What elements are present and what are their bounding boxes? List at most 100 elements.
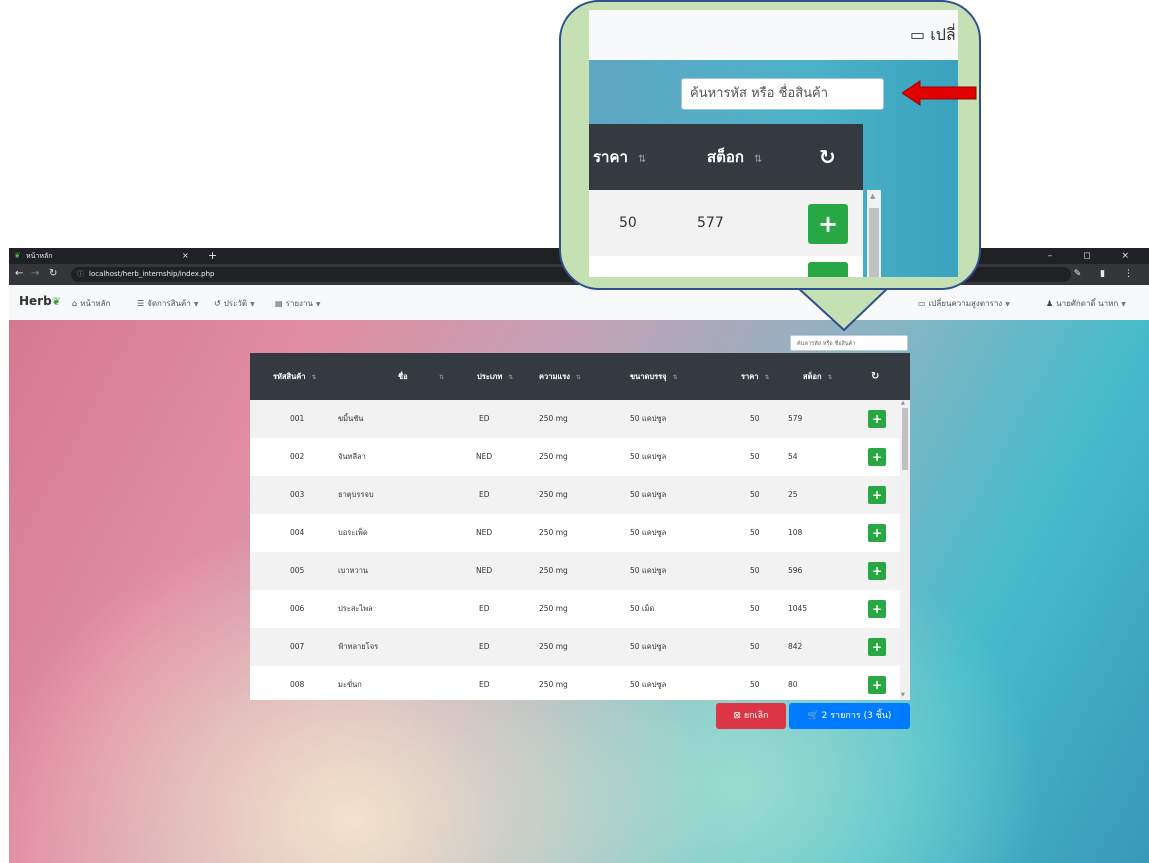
table-row: 003 ธาตุบรรจบ ED 250 mg 50 แคปซูล 50 25 … xyxy=(250,476,900,514)
nav-manage-products[interactable]: ☰ จัดการสินค้า ▼ xyxy=(137,297,199,310)
report-icon: ▤ xyxy=(275,299,283,308)
cell-price: 50 xyxy=(750,414,760,423)
tab-title: หน้าหลัก xyxy=(26,252,53,260)
zoom-header-price: ราคา ⇅ xyxy=(593,124,646,193)
cell-price: 50 xyxy=(750,566,760,575)
cart-button[interactable]: 🛒 2 รายการ (3 ชิ้น) xyxy=(789,703,910,729)
nav-report[interactable]: ▤ รายงาน ▼ xyxy=(275,297,321,310)
cancel-button[interactable]: ⊠ ยกเลิก xyxy=(716,703,786,729)
add-to-cart-button[interactable]: + xyxy=(868,676,886,694)
nav-home[interactable]: ⌂ หน้าหลัก xyxy=(72,297,110,310)
header-code-label: รหัสสินค้า xyxy=(273,372,306,381)
cell-strength: 250 mg xyxy=(539,566,568,575)
header-price[interactable]: ราคา ⇅ xyxy=(741,353,770,400)
refresh-icon[interactable]: ↻ xyxy=(871,353,879,400)
nav-home-label: หน้าหลัก xyxy=(80,299,111,308)
search-input[interactable]: ค้นหารหัส หรือ ชื่อสินค้า xyxy=(790,335,908,351)
cell-strength: 250 mg xyxy=(539,604,568,613)
zoom-search-input[interactable]: ค้นหารหัส หรือ ชื่อสินค้า xyxy=(681,78,884,110)
header-strength-label: ความแรง xyxy=(539,372,570,381)
caret-down-icon: ▼ xyxy=(1121,301,1126,308)
header-type[interactable]: ประเภท ⇅ xyxy=(477,353,513,400)
cell-name: จันทลีลา xyxy=(338,452,366,461)
brand[interactable]: Herb❦ xyxy=(19,294,61,308)
zoom-navbar: ▭ เปลี่ xyxy=(589,10,958,60)
cell-code: 005 xyxy=(290,566,305,575)
cell-stock: 108 xyxy=(788,528,803,537)
user-menu[interactable]: ♟ นายศักดาดิ์ นาหก ▼ xyxy=(1046,297,1126,310)
header-price-label: ราคา xyxy=(741,372,759,381)
header-stock[interactable]: สต็อก ⇅ xyxy=(803,353,833,400)
cell-stock: 596 xyxy=(788,566,803,575)
url-text: localhost/herb_internship/index.php xyxy=(89,270,215,278)
table-row: 001 ขมิ้นชัน ED 250 mg 50 แคปซูล 50 579 … xyxy=(250,400,900,438)
header-name-sort: ⇅ xyxy=(433,353,444,400)
caret-down-icon: ▼ xyxy=(250,301,255,308)
cell-name: มะขั่นก xyxy=(338,680,362,689)
cell-strength: 250 mg xyxy=(539,414,568,423)
header-strength[interactable]: ความแรง ⇅ xyxy=(539,353,581,400)
sort-icon: ⇅ xyxy=(827,374,833,381)
add-to-cart-button[interactable]: + xyxy=(868,600,886,618)
header-package-label: ขนาดบรรจุ xyxy=(630,372,667,381)
scroll-up-icon[interactable]: ▲ xyxy=(901,400,905,406)
add-to-cart-button[interactable]: + xyxy=(868,638,886,656)
cell-type: NED xyxy=(476,566,493,575)
cell-type: ED xyxy=(479,414,490,423)
product-table: รหัสสินค้า ⇅ ชื่อ ⇅ ประเภท ⇅ ความแรง ⇅ ขนาด… xyxy=(250,353,910,700)
cell-name: ประสะไพล xyxy=(338,604,373,613)
cell-package: 50 เม็ด xyxy=(630,604,655,613)
sort-icon: ⇅ xyxy=(311,374,317,381)
forward-icon[interactable]: → xyxy=(31,267,39,281)
table-scrollbar[interactable]: ▲ ▼ xyxy=(900,400,910,700)
cell-price: 50 xyxy=(750,528,760,537)
history-icon: ↺ xyxy=(214,299,221,308)
profile-menu-icons[interactable]: ✎ ▮ ⋮ xyxy=(1074,267,1141,281)
sort-icon: ⇅ xyxy=(439,374,445,381)
cell-price: 50 xyxy=(750,680,760,689)
leaf-icon: ❦ xyxy=(14,251,21,260)
back-icon[interactable]: ← xyxy=(15,267,23,281)
cell-stock: 579 xyxy=(788,414,803,423)
close-tab-icon[interactable]: × xyxy=(182,248,189,264)
cell-type: NED xyxy=(476,528,493,537)
cell-package: 50 แคปซูล xyxy=(630,490,667,499)
new-tab-button[interactable]: + xyxy=(208,248,217,263)
cart-icon: 🛒 xyxy=(807,711,819,721)
scroll-down-icon[interactable]: ▼ xyxy=(901,692,905,698)
browser-window: ❦ หน้าหลัก × + – ◻ × ← → ↻ ⓘ localhost/h… xyxy=(9,248,1149,863)
header-stock-label: สต็อก xyxy=(803,372,822,381)
window-icon: ▭ xyxy=(910,25,926,44)
zoom-add-button-partial xyxy=(808,262,848,277)
nav-manage-label: จัดการสินค้า xyxy=(147,299,191,308)
zoom-row-height-toggle: ▭ เปลี่ xyxy=(910,23,956,48)
cell-code: 003 xyxy=(290,490,305,499)
cell-price: 50 xyxy=(750,642,760,651)
browser-tab[interactable]: ❦ หน้าหลัก × xyxy=(9,248,204,264)
pointer-arrow-icon xyxy=(902,80,977,106)
cell-price: 50 xyxy=(750,452,760,461)
header-package[interactable]: ขนาดบรรจุ ⇅ xyxy=(630,353,678,400)
row-height-toggle[interactable]: ▭ เปลี่ยนความสูงตาราง ▼ xyxy=(918,297,1010,310)
scroll-thumb[interactable] xyxy=(902,408,908,470)
nav-history[interactable]: ↺ ประวัติ ▼ xyxy=(214,297,255,310)
add-to-cart-button[interactable]: + xyxy=(868,524,886,542)
cell-package: 50 แคปซูล xyxy=(630,414,667,423)
caret-down-icon: ▼ xyxy=(193,301,199,308)
window-controls[interactable]: – ◻ × xyxy=(1048,248,1143,264)
zoom-nav-label: เปลี่ xyxy=(930,25,956,44)
sort-icon: ⇅ xyxy=(672,374,678,381)
add-to-cart-button[interactable]: + xyxy=(868,562,886,580)
cell-name: ขมิ้นชัน xyxy=(338,414,364,423)
header-code[interactable]: รหัสสินค้า ⇅ xyxy=(273,353,317,400)
main-content: ค้นหารหัส หรือ ชื่อสินค้า รหัสสินค้า ⇅ ชื… xyxy=(9,320,1149,863)
add-to-cart-button[interactable]: + xyxy=(868,486,886,504)
sort-icon: ⇅ xyxy=(637,154,647,165)
reload-icon[interactable]: ↻ xyxy=(49,267,57,281)
table-row: 004 บอระเพ็ด NED 250 mg 50 แคปซูล 50 108… xyxy=(250,514,900,552)
cell-type: ED xyxy=(479,680,490,689)
add-to-cart-button[interactable]: + xyxy=(868,448,886,466)
add-to-cart-button[interactable]: + xyxy=(868,410,886,428)
cell-code: 004 xyxy=(290,528,305,537)
header-name[interactable]: ชื่อ xyxy=(398,353,408,400)
